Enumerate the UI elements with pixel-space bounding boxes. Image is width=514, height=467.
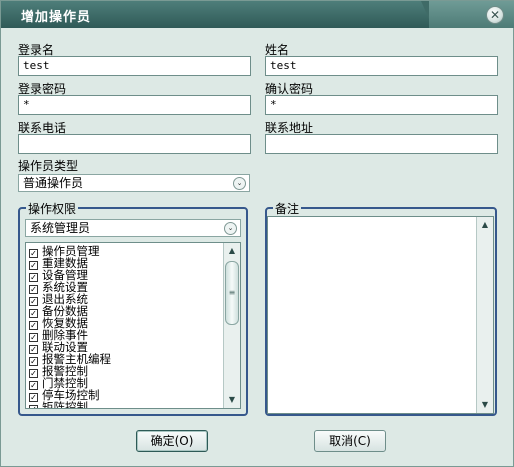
cancel-button[interactable]: 取消(C) <box>314 430 386 452</box>
phone-field[interactable] <box>18 134 251 154</box>
operator-type-label: 操作员类型 <box>18 159 79 173</box>
notes-textarea[interactable]: ▲ ▼ <box>267 216 494 414</box>
add-operator-dialog: 增加操作员 ✕ 登录名 test 姓名 test 登录密码 * 确认密码 * 联… <box>0 0 514 467</box>
operator-type-value: 普通操作员 <box>23 176 84 190</box>
scroll-up-icon[interactable]: ▲ <box>225 244 239 258</box>
notes-scrollbar[interactable]: ▲ ▼ <box>476 217 493 413</box>
scroll-down-icon[interactable]: ▼ <box>225 393 239 407</box>
close-icon: ✕ <box>489 8 501 22</box>
permissions-scrollbar[interactable]: ▲ ≡ ▼ <box>223 243 240 408</box>
address-field[interactable] <box>265 134 498 154</box>
confirm-password-field[interactable]: * <box>265 95 498 115</box>
scroll-down-icon[interactable]: ▼ <box>478 398 492 412</box>
login-field[interactable]: test <box>18 56 251 76</box>
permissions-items: ✓ 操作员管理 ✓ 重建数据 ✓ 设备管理 ✓ 系统设置 ✓ 退出系统 ✓ 备份数据 ✓ 恢复… <box>26 243 240 409</box>
notes-label: 备注 <box>273 200 302 217</box>
name-field[interactable]: test <box>265 56 498 76</box>
permission-label: 矩阵控制 <box>42 400 88 409</box>
ok-button[interactable]: 确定(O) <box>136 430 208 452</box>
role-select[interactable]: 系统管理员 ⌄ <box>25 219 241 237</box>
checkbox-checked-icon[interactable]: ✓ <box>29 405 38 408</box>
title-bar[interactable]: 增加操作员 ✕ <box>1 1 514 28</box>
chevron-down-icon: ⌄ <box>233 177 246 190</box>
scroll-up-icon[interactable]: ▲ <box>478 218 492 232</box>
role-value: 系统管理员 <box>30 221 91 235</box>
permissions-group-label: 操作权限 <box>26 200 79 217</box>
chevron-down-icon: ⌄ <box>224 222 237 235</box>
operator-type-select[interactable]: 普通操作员 ⌄ <box>18 174 250 192</box>
scroll-thumb[interactable]: ≡ <box>225 261 239 325</box>
window-title: 增加操作员 <box>21 10 92 25</box>
list-item[interactable]: ✓ 矩阵控制 <box>26 400 240 409</box>
password-field[interactable]: * <box>18 95 251 115</box>
permissions-list[interactable]: ✓ 操作员管理 ✓ 重建数据 ✓ 设备管理 ✓ 系统设置 ✓ 退出系统 ✓ 备份数据 ✓ 恢复… <box>25 242 241 409</box>
close-button[interactable]: ✕ <box>486 6 504 24</box>
